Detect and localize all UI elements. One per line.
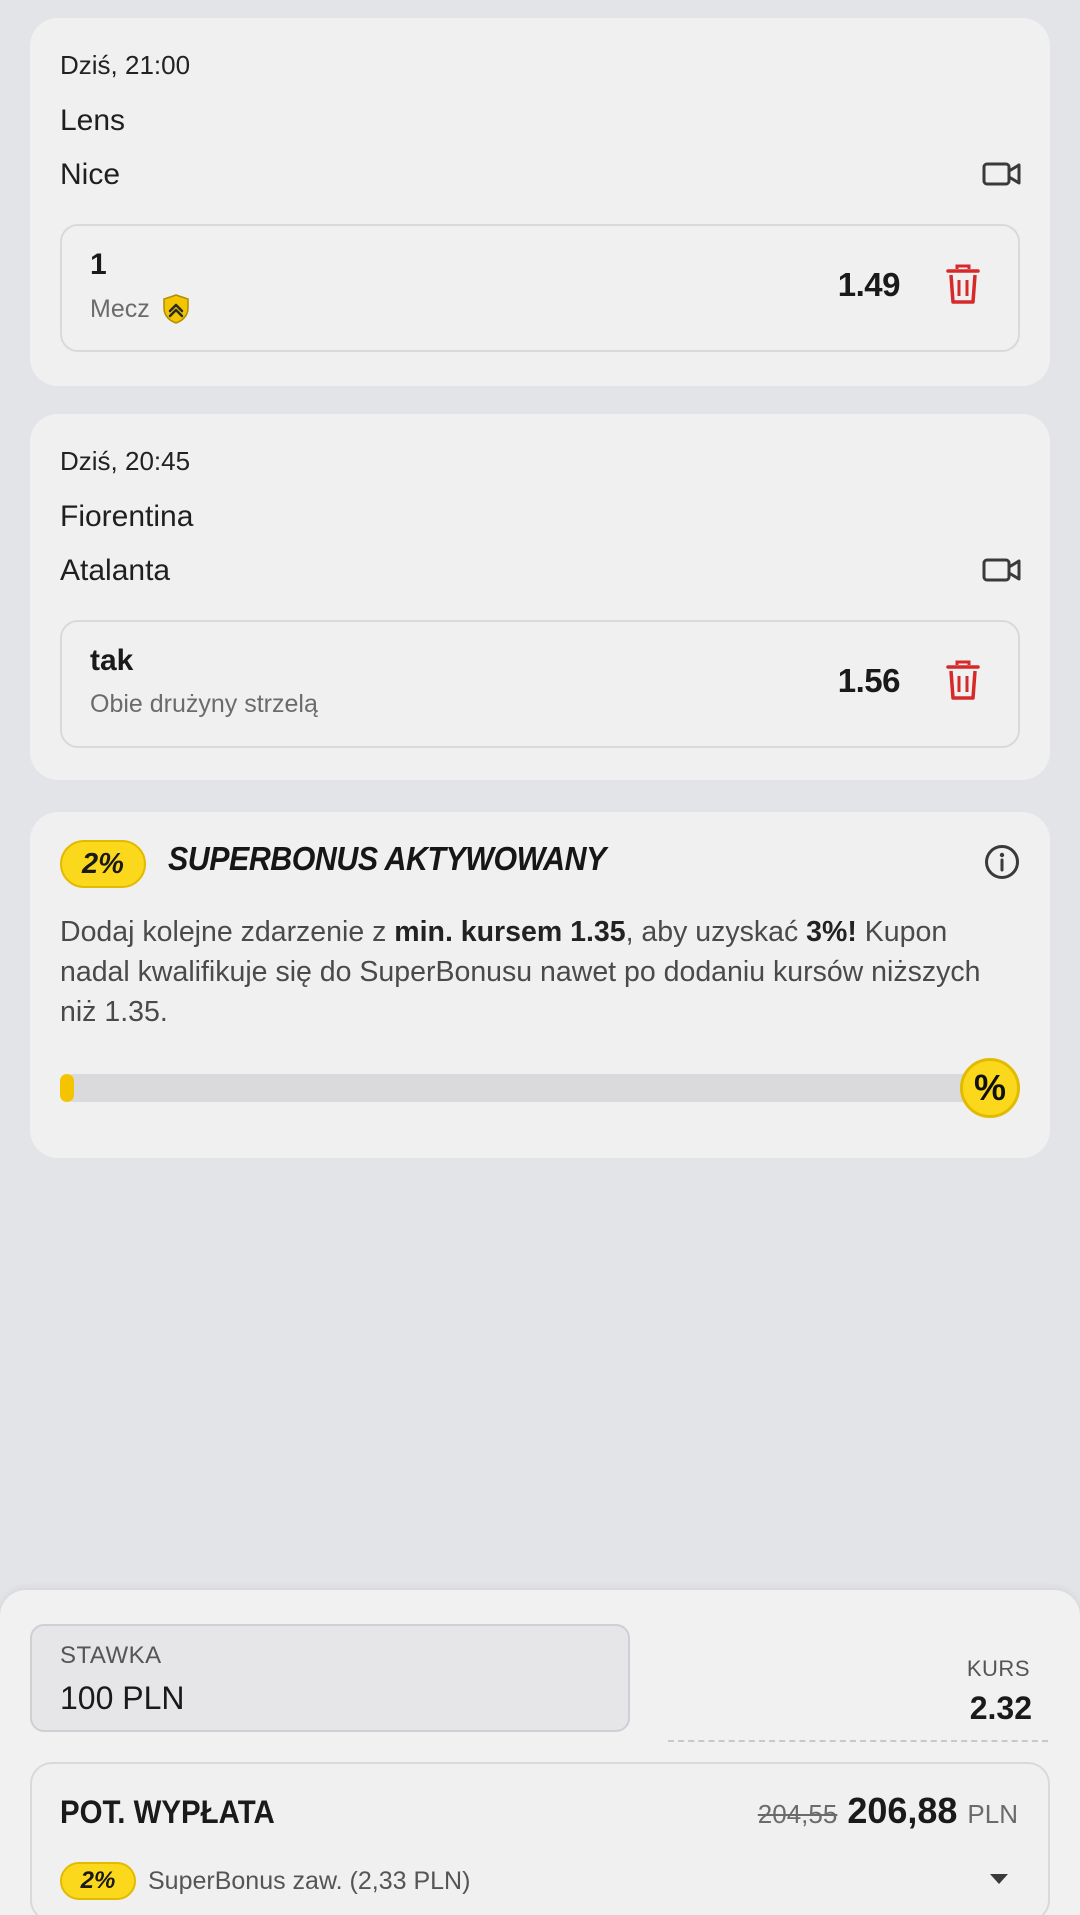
event-card-1: Dziś, 21:00 Lens Nice 1 Mecz 1.49 — [30, 18, 1050, 386]
trash-icon[interactable] — [946, 660, 980, 700]
selection-box[interactable]: tak Obie drużyny strzelą 1.56 — [60, 620, 1020, 748]
payout-currency: PLN — [967, 1799, 1018, 1829]
market-label: Mecz — [90, 294, 150, 323]
payout-new: 206,88 — [847, 1790, 958, 1831]
stake-input[interactable]: STAWKA 100 PLN — [30, 1624, 630, 1732]
superbonus-row: 2% SuperBonus zaw. (2,33 PLN) — [60, 1862, 470, 1900]
payout-label: POT. WYPŁATA — [60, 1794, 275, 1830]
selection-market: Mecz — [90, 294, 190, 324]
total-odds-value: 2.32 — [969, 1690, 1032, 1726]
payout-old: 204,55 — [757, 1799, 838, 1829]
superbonus-progress-fill — [60, 1074, 74, 1102]
superbonus-percent-pill: 2% — [60, 840, 146, 888]
event-time: Dziś, 20:45 — [60, 446, 191, 476]
event-time: Dziś, 21:00 — [60, 50, 191, 80]
event-card-2: Dziś, 20:45 Fiorentina Atalanta tak Obie… — [30, 414, 1050, 780]
team-home: Fiorentina — [60, 500, 194, 533]
selection-market: Obie drużyny strzelą — [90, 690, 318, 719]
selection-name: 1 — [90, 248, 107, 281]
superbonus-text-1: Dodaj kolejne zdarzenie z — [60, 916, 395, 948]
bonus-text: SuperBonus zaw. (2,33 PLN) — [148, 1866, 471, 1895]
superbonus-description: Dodaj kolejne zdarzenie z min. kursem 1.… — [60, 912, 1020, 1032]
team-away: Atalanta — [60, 554, 171, 587]
superbonus-next-percent: 3%! — [806, 916, 857, 948]
payout-panel[interactable]: POT. WYPŁATA 204,55 206,88 PLN 2% SuperB… — [30, 1762, 1050, 1915]
info-icon[interactable] — [984, 844, 1020, 880]
selection-name: tak — [90, 644, 134, 677]
payout-values: 204,55 206,88 PLN — [758, 1790, 1018, 1832]
stake-label: STAWKA — [60, 1642, 162, 1669]
percent-badge-icon: % — [960, 1058, 1020, 1118]
bonus-percent-pill: 2% — [60, 1862, 136, 1900]
video-icon[interactable] — [982, 160, 1022, 188]
divider — [668, 1740, 1048, 1742]
selection-odds: 1.49 — [837, 266, 901, 303]
chevron-down-icon[interactable] — [988, 1872, 1010, 1886]
superbonus-card: 2% SUPERBONUS AKTYWOWANY Dodaj kolejne z… — [30, 812, 1050, 1158]
betslip-summary: STAWKA 100 PLN KURS 2.32 POT. WYPŁATA 20… — [0, 1590, 1080, 1915]
shield-boost-icon — [162, 294, 189, 324]
superbonus-text-2: , aby uzyskać — [625, 916, 807, 948]
superbonus-min-odds: min. kursem 1.35 — [394, 916, 626, 948]
team-home: Lens — [60, 104, 126, 137]
team-away: Nice — [60, 158, 121, 191]
market-label: Obie drużyny strzelą — [90, 690, 318, 718]
video-icon[interactable] — [982, 556, 1022, 584]
stake-value[interactable]: 100 PLN — [60, 1680, 185, 1717]
superbonus-progress-track — [60, 1074, 990, 1102]
trash-icon[interactable] — [946, 264, 980, 304]
selection-odds: 1.56 — [837, 662, 901, 699]
selection-box[interactable]: 1 Mecz 1.49 — [60, 224, 1020, 352]
superbonus-title: SUPERBONUS AKTYWOWANY — [168, 840, 606, 877]
total-odds-label: KURS — [966, 1656, 1030, 1681]
